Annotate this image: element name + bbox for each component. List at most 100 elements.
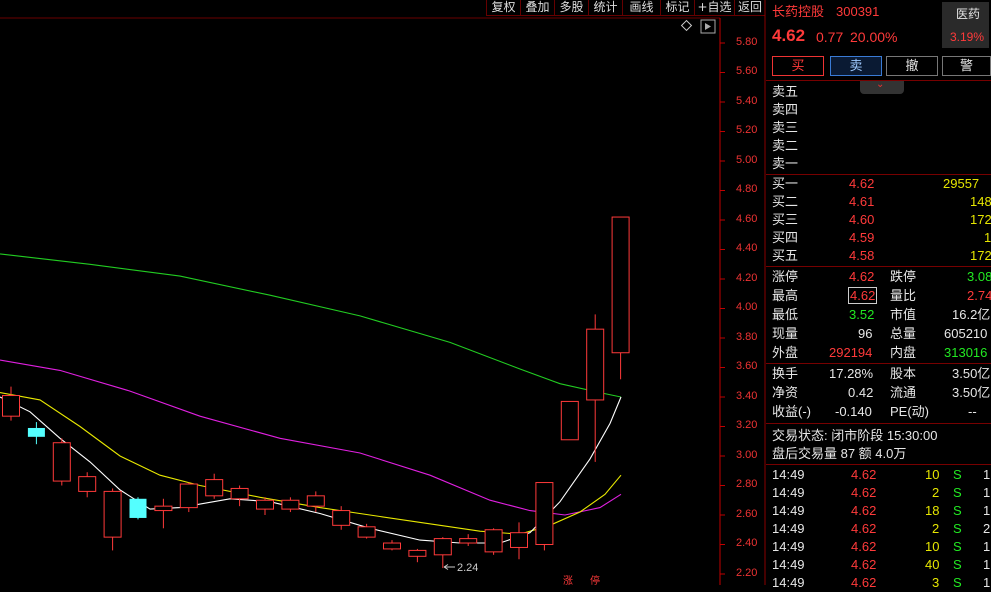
candle-body [154,505,173,512]
y-tick-label: 5.00 [736,154,758,166]
bid-level-4-volume: 1 [984,230,991,245]
tick-volume: 10 [925,467,940,482]
bid-level-2-volume: 148 [970,194,991,209]
candle [2,386,20,421]
candle [560,400,579,441]
bid-level-5-price: 4.58 [849,248,875,263]
y-tick-label: 3.60 [736,360,758,372]
candlestick-chart[interactable]: 2.24 涨 停 [0,0,766,585]
tick-count: 1 [983,539,991,554]
tick-side: S [953,503,962,518]
stat-label: 外盘 [772,345,799,360]
candle [256,497,274,515]
tick-side: S [953,521,962,536]
y-tick-label: 4.20 [736,272,758,284]
moving-average-line [0,392,622,535]
y-tick-label: 4.60 [736,213,758,225]
candle [281,497,300,513]
tick-time: 14:49 [772,521,805,536]
low-marker-arrow [443,564,455,570]
candle [510,522,528,560]
candle-body [78,476,97,492]
sell-button[interactable]: 卖 [830,56,882,76]
bid-level-1-label: 买一 [772,176,799,191]
trading-status: 交易状态: 闭市阶段 15:30:00 [772,428,938,443]
stock-name: 长药控股 [772,4,825,19]
tick-price: 4.62 [851,467,877,482]
tick-price: 4.62 [851,485,877,500]
sector-name: 医药 [956,7,981,21]
bid-level-3-price: 4.60 [849,212,875,227]
stat-label: 量比 [890,288,917,303]
tick-price: 4.62 [851,503,877,518]
tick-price: 4.62 [851,539,877,554]
y-tick-label: 2.60 [736,508,758,520]
tick-time: 14:49 [772,539,805,554]
pe-value: -- [968,404,977,419]
candle-body [281,499,300,510]
candle-body [510,532,528,548]
diamond-icon[interactable] [680,19,693,32]
bid-level-4-label: 买四 [772,230,799,245]
bid-level-4-price: 4.59 [849,230,875,245]
candle-body [230,487,249,500]
candle [383,540,401,551]
y-tick-label: 5.40 [736,95,758,107]
stock-code: 300391 [836,4,880,19]
sector-change-pct: 3.19% [950,30,985,44]
ask-level-2: 卖二 [772,138,799,153]
bid-level-1-volume: 29557 [943,176,980,191]
tick-side: S [953,575,962,590]
tick-side: S [953,539,962,554]
ask-level-4: 卖四 [772,102,799,117]
total-volume-value: 605210 [944,326,988,341]
y-tick-label: 3.40 [736,390,758,402]
current-volume-value: 96 [858,326,873,341]
candle [306,491,325,513]
divider [766,363,991,364]
candle [27,422,45,445]
candle [484,528,503,555]
divider [766,423,991,424]
candle-body [27,427,45,437]
tick-volume: 18 [925,503,940,518]
tick-time: 14:49 [772,557,805,572]
limit-up-tag-1: 涨 [563,575,573,585]
candle-body [459,538,478,544]
stat-label: 总量 [890,326,917,341]
stat-label: 现量 [772,326,799,341]
candle-body [129,498,147,518]
candle [179,482,198,513]
tick-count: 1 [983,575,991,590]
stat-label: 最高 [772,288,799,303]
bid-level-3-volume: 172 [970,212,991,227]
turnover-value: 17.28% [829,366,874,381]
candle-body [256,499,274,510]
y-tick-label: 5.80 [736,36,758,48]
candle-body [383,542,401,550]
candle-body [484,529,503,553]
tick-time: 14:49 [772,575,805,590]
net-assets-value: 0.42 [848,385,874,400]
buy-button[interactable]: 买 [772,56,824,76]
scroll-right-icon[interactable] [700,19,716,34]
bid-level-2-label: 买二 [772,194,799,209]
tick-volume: 40 [925,557,940,572]
divider [766,266,991,267]
tick-volume: 10 [925,539,940,554]
tick-price: 4.62 [851,557,877,572]
candle [52,438,71,486]
tick-price: 4.62 [851,575,877,590]
limit-down-value: 3.08 [967,269,991,284]
candle [230,485,249,507]
alert-button[interactable]: 警 [942,56,991,76]
y-tick-label: 2.40 [736,537,758,549]
candle [103,488,122,551]
divider [766,464,991,465]
stat-label: 净资 [772,385,799,400]
candle-body [332,510,351,526]
tick-count: 1 [983,557,991,572]
stat-label: 换手 [772,366,799,381]
candle [459,534,478,546]
cancel-order-button[interactable]: 撤 [886,56,938,76]
